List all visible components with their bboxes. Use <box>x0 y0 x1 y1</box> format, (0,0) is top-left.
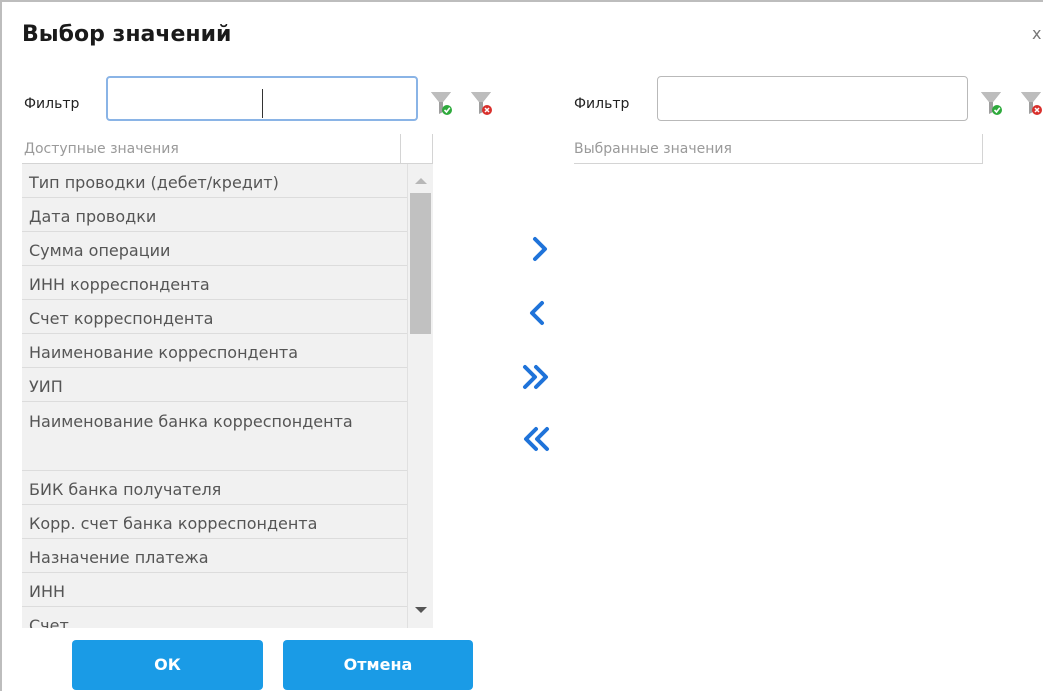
text-cursor <box>262 89 263 118</box>
list-item[interactable]: БИК банка получателя <box>22 471 407 505</box>
left-filter-label: Фильтр <box>24 96 80 112</box>
ok-button[interactable]: ОК <box>72 640 263 690</box>
close-icon[interactable]: x <box>1032 24 1041 43</box>
cancel-button[interactable]: Отмена <box>283 640 473 690</box>
available-values-rows: Тип проводки (дебет/кредит) Дата проводк… <box>22 164 407 628</box>
list-item[interactable]: Наименование корреспондента <box>22 334 407 368</box>
selected-values-header: Выбранные значения <box>574 134 983 164</box>
value-selection-dialog: Выбор значений x Фильтр Фильтр Доступные… <box>0 0 1043 691</box>
list-item[interactable]: Счет корреспондента <box>22 300 407 334</box>
list-item[interactable]: Наименование банка корреспондента <box>22 402 407 471</box>
selected-values-list <box>574 164 983 628</box>
header-divider <box>432 134 433 164</box>
list-item[interactable]: УИП <box>22 368 407 402</box>
list-item[interactable]: Счет <box>22 607 407 628</box>
double-chevron-left-icon[interactable] <box>518 425 552 453</box>
selected-values-header-label: Выбранные значения <box>574 141 732 157</box>
funnel-check-icon[interactable] <box>980 90 1004 116</box>
funnel-check-icon[interactable] <box>430 90 454 116</box>
funnel-clear-icon[interactable] <box>470 90 494 116</box>
list-item[interactable]: Тип проводки (дебет/кредит) <box>22 164 407 198</box>
scroll-up-icon[interactable] <box>415 178 427 184</box>
right-filter-input[interactable] <box>657 76 968 121</box>
list-item[interactable]: Корр. счет банка корреспондента <box>22 505 407 539</box>
list-item[interactable]: ИНН корреспондента <box>22 266 407 300</box>
chevron-right-icon[interactable] <box>529 235 551 263</box>
list-item[interactable]: Дата проводки <box>22 198 407 232</box>
available-values-header-label: Доступные значения <box>24 141 179 157</box>
available-values-header: Доступные значения <box>22 134 433 164</box>
header-divider <box>400 134 401 164</box>
right-filter-label: Фильтр <box>574 96 630 112</box>
funnel-clear-icon[interactable] <box>1020 90 1043 116</box>
list-item[interactable]: ИНН <box>22 573 407 607</box>
list-item[interactable]: Назначение платежа <box>22 539 407 573</box>
list-scrollbar[interactable] <box>407 164 433 628</box>
list-item[interactable]: Сумма операции <box>22 232 407 266</box>
header-divider <box>982 134 983 164</box>
scrollbar-thumb[interactable] <box>410 193 431 334</box>
scroll-down-icon[interactable] <box>415 607 427 613</box>
double-chevron-right-icon[interactable] <box>520 363 554 391</box>
available-values-list: Доступные значения Тип проводки (дебет/к… <box>22 134 433 628</box>
dialog-title: Выбор значений <box>22 22 232 47</box>
chevron-left-icon[interactable] <box>526 299 548 327</box>
